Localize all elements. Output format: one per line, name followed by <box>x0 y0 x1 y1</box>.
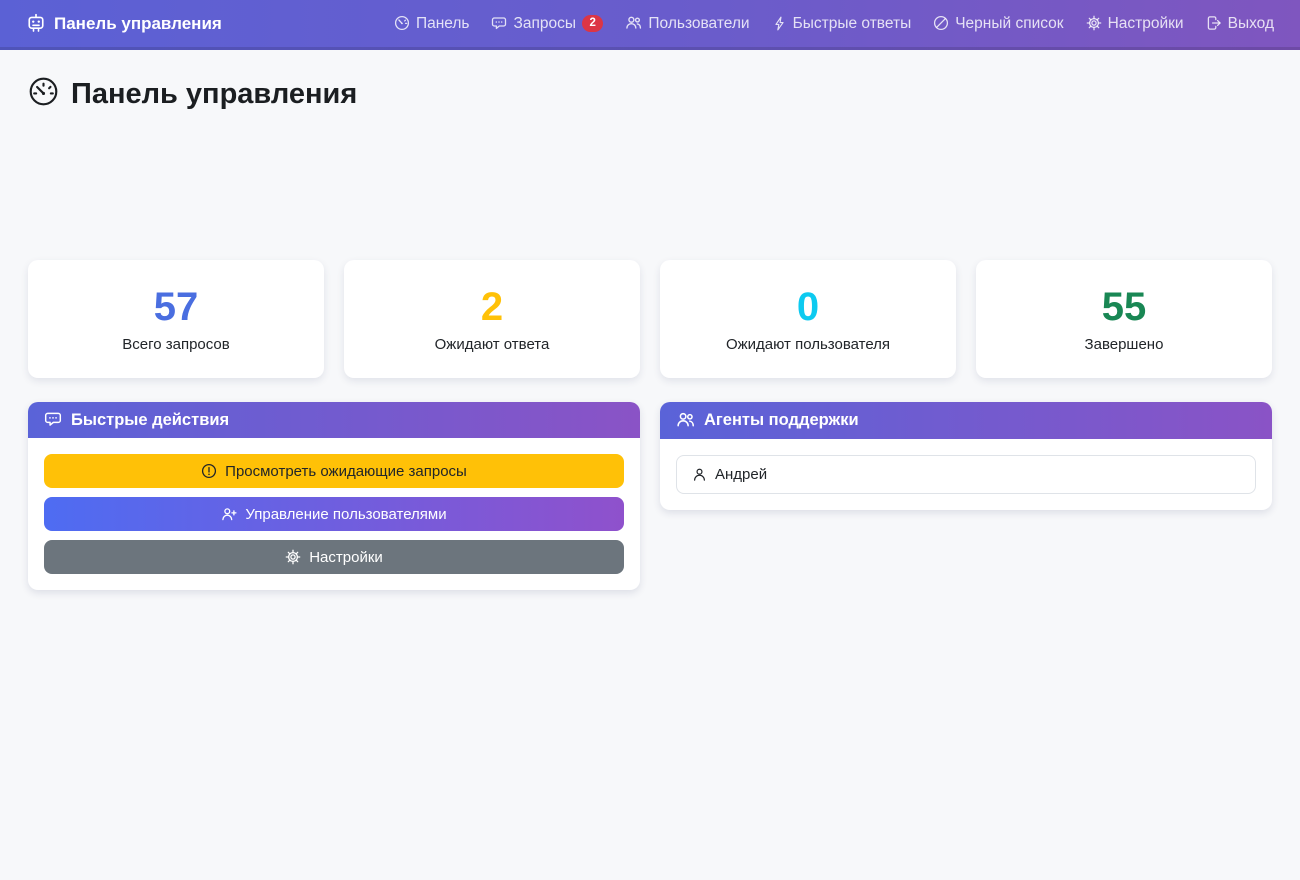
lightning-icon <box>772 15 787 33</box>
agent-name: Андрей <box>715 466 767 483</box>
nav-item-logout[interactable]: Выход <box>1206 15 1274 33</box>
exclamation-circle-icon <box>201 463 217 480</box>
panel-title: Быстрые действия <box>71 411 229 430</box>
agent-list-item[interactable]: Андрей <box>676 455 1256 494</box>
stats-row: 57 Всего запросов 2 Ожидают ответа 0 Ожи… <box>28 260 1272 378</box>
navbar-brand-label: Панель управления <box>54 14 222 34</box>
nav-item-label: Выход <box>1228 15 1274 33</box>
nav-item-label: Черный список <box>955 15 1063 33</box>
slash-circle-icon <box>933 15 949 33</box>
view-pending-requests-button[interactable]: Просмотреть ожидающие запросы <box>44 454 624 488</box>
nav-item-blacklist[interactable]: Черный список <box>933 15 1063 33</box>
stat-label: Ожидают ответа <box>435 336 550 353</box>
quick-actions-panel: Быстрые действия Просмотреть ожидающие з… <box>28 402 640 590</box>
person-plus-icon <box>221 506 237 523</box>
navbar-links: Панель Запросы 2 Пользователи <box>394 14 1274 33</box>
gear-icon <box>285 549 301 566</box>
panels-row: Быстрые действия Просмотреть ожидающие з… <box>28 402 1272 590</box>
stat-card-awaiting-reply: 2 Ожидают ответа <box>344 260 640 378</box>
speedometer-icon <box>28 76 59 112</box>
top-navbar: Панель управления Панель <box>0 0 1300 50</box>
stat-label: Всего запросов <box>122 336 230 353</box>
nav-item-label: Быстрые ответы <box>793 15 912 33</box>
quick-actions-header: Быстрые действия <box>28 402 640 438</box>
stat-card-awaiting-user: 0 Ожидают пользователя <box>660 260 956 378</box>
nav-item-label: Запросы <box>513 15 576 33</box>
stat-card-total-requests: 57 Всего запросов <box>28 260 324 378</box>
nav-item-label: Пользователи <box>648 15 749 33</box>
panel-title: Агенты поддержки <box>704 411 859 430</box>
logout-icon <box>1206 15 1222 33</box>
robot-icon <box>26 13 46 35</box>
page-title-label: Панель управления <box>71 78 357 111</box>
settings-button[interactable]: Настройки <box>44 540 624 574</box>
manage-users-button[interactable]: Управление пользователями <box>44 497 624 531</box>
stat-label: Завершено <box>1085 336 1164 353</box>
person-icon <box>692 466 707 483</box>
stat-value: 0 <box>797 285 819 329</box>
support-agents-body: Андрей <box>660 439 1272 510</box>
support-agents-header: Агенты поддержки <box>660 402 1272 439</box>
stat-value: 2 <box>481 285 503 329</box>
nav-item-dashboard[interactable]: Панель <box>394 15 470 33</box>
page-title: Панель управления <box>28 76 1272 112</box>
quick-actions-body: Просмотреть ожидающие запросы Управление… <box>28 438 640 590</box>
gear-icon <box>1086 15 1102 33</box>
people-icon <box>676 410 695 431</box>
stat-value: 55 <box>1102 285 1147 329</box>
stat-card-completed: 55 Завершено <box>976 260 1272 378</box>
button-label: Управление пользователями <box>245 506 446 523</box>
nav-item-settings[interactable]: Настройки <box>1086 15 1184 33</box>
chat-dots-icon <box>491 15 507 33</box>
nav-item-label: Настройки <box>1108 15 1184 33</box>
nav-item-requests[interactable]: Запросы 2 <box>491 15 603 33</box>
people-icon <box>625 14 642 33</box>
nav-item-quick-replies[interactable]: Быстрые ответы <box>772 15 912 33</box>
stat-label: Ожидают пользователя <box>726 336 890 353</box>
button-label: Настройки <box>309 549 383 566</box>
support-agents-panel: Агенты поддержки Андрей <box>660 402 1272 510</box>
chat-dots-icon <box>44 410 62 430</box>
requests-count-badge: 2 <box>582 15 603 32</box>
nav-item-users[interactable]: Пользователи <box>625 14 749 33</box>
stat-value: 57 <box>154 285 199 329</box>
button-label: Просмотреть ожидающие запросы <box>225 463 467 480</box>
nav-item-label: Панель <box>416 15 470 33</box>
main-content: Панель управления 57 Всего запросов 2 Ож… <box>0 76 1300 590</box>
navbar-brand[interactable]: Панель управления <box>26 13 222 35</box>
speedometer-icon <box>394 15 410 33</box>
